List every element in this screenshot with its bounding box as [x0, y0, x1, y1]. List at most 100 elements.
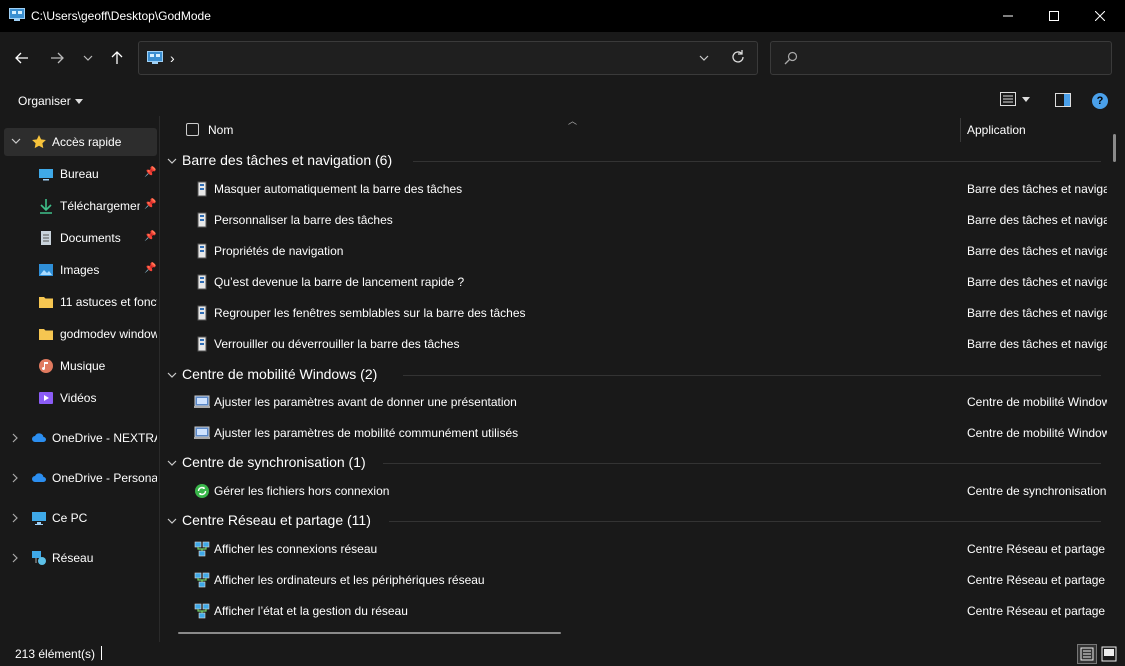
- list-item[interactable]: Afficher les ordinateurs et les périphér…: [161, 565, 1111, 596]
- forward-button[interactable]: [45, 46, 69, 70]
- group-header[interactable]: Centre de synchronisation (1): [161, 449, 1101, 477]
- list-item[interactable]: Afficher les connexions réseau Centre Ré…: [161, 534, 1111, 565]
- details-view-button[interactable]: [1077, 644, 1097, 664]
- list-item[interactable]: Ajuster les paramètres de mobilité commu…: [161, 418, 1111, 449]
- file-list: Nom ︿ Application Barre des tâches et na…: [161, 116, 1125, 642]
- chevron-right-icon: [12, 433, 18, 443]
- pin-icon: 📌: [144, 199, 157, 210]
- taskbar-settings-icon: [197, 274, 207, 290]
- list-item[interactable]: Qu’est devenue la barre de lancement rap…: [161, 267, 1111, 298]
- preview-pane-button[interactable]: [1055, 93, 1071, 110]
- sidebar-item-onedrive-nextradio[interactable]: OneDrive - NEXTRADIO: [4, 424, 157, 452]
- up-button[interactable]: [105, 46, 129, 70]
- sidebar-item-folder-astuces[interactable]: 11 astuces et fonctionnalités: [4, 288, 157, 316]
- close-icon: [1095, 11, 1105, 21]
- mobility-center-icon: [194, 426, 210, 439]
- list-item[interactable]: Regrouper les fenêtres semblables sur la…: [161, 298, 1111, 329]
- group-header[interactable]: Centre de mobilité Windows (2): [161, 361, 1101, 389]
- pc-icon: [32, 512, 46, 525]
- sidebar-item-telechargements[interactable]: Téléchargements 📌: [4, 192, 157, 220]
- breadcrumb-separator[interactable]: ›: [170, 50, 175, 66]
- sidebar-item-bureau[interactable]: Bureau 📌: [4, 160, 157, 188]
- recent-locations-button[interactable]: [76, 46, 100, 70]
- column-header-application[interactable]: Application: [967, 123, 1026, 137]
- network-sharing-icon: [194, 603, 210, 619]
- minimize-button[interactable]: [985, 0, 1031, 32]
- sync-icon: [195, 484, 209, 498]
- sidebar-item-label: OneDrive - NEXTRADIO: [52, 431, 157, 445]
- chevron-right-icon: [12, 473, 18, 483]
- item-name: Verrouiller ou déverrouiller la barre de…: [214, 337, 460, 351]
- sidebar-item-label: Téléchargements: [60, 199, 140, 213]
- group-header[interactable]: Barre des tâches et navigation (6): [161, 147, 1101, 175]
- group-title: Barre des tâches et navigation (6): [182, 152, 393, 168]
- star-icon: [32, 135, 46, 149]
- taskbar-settings-icon: [197, 336, 207, 352]
- sidebar-item-folder-godmode[interactable]: godmodev windows: [4, 320, 157, 348]
- column-header-row: Nom ︿ Application: [161, 116, 1125, 144]
- network-icon: [32, 551, 46, 565]
- sidebar-item-label: Images: [60, 263, 100, 277]
- sidebar-item-documents[interactable]: Documents 📌: [4, 224, 157, 252]
- organiser-menu-button[interactable]: Organiser: [18, 94, 83, 108]
- list-item[interactable]: Masquer automatiquement la barre des tâc…: [161, 174, 1111, 205]
- music-icon: [39, 359, 53, 373]
- search-icon: [784, 51, 798, 65]
- item-application: Barre des tâches et navigat: [967, 182, 1107, 196]
- folder-icon: [39, 329, 53, 340]
- refresh-button[interactable]: [731, 49, 745, 68]
- sidebar-item-onedrive-personal[interactable]: OneDrive - Personal: [4, 464, 157, 492]
- back-button[interactable]: [10, 46, 34, 70]
- address-row: ›: [0, 32, 1125, 84]
- select-all-checkbox[interactable]: [186, 123, 199, 136]
- address-bar[interactable]: ›: [138, 41, 758, 75]
- sidebar-item-label: Musique: [60, 359, 106, 373]
- chevron-down-icon: [167, 372, 177, 378]
- column-resize-handle[interactable]: [960, 118, 961, 142]
- close-button[interactable]: [1077, 0, 1123, 32]
- sidebar-item-musique[interactable]: Musique: [4, 352, 157, 380]
- search-input[interactable]: [809, 48, 1099, 68]
- sidebar-item-quick-access[interactable]: Accès rapide: [4, 128, 157, 156]
- details-view-icon: [1080, 647, 1094, 661]
- chevron-right-icon: [12, 513, 18, 523]
- sidebar-item-videos[interactable]: Vidéos: [4, 384, 157, 412]
- group-title: Centre Réseau et partage (11): [182, 512, 371, 528]
- address-dropdown-button[interactable]: [699, 50, 709, 69]
- maximize-button[interactable]: [1031, 0, 1077, 32]
- status-divider: [101, 646, 102, 660]
- sidebar-item-images[interactable]: Images 📌: [4, 256, 157, 284]
- sidebar-item-label: Ce PC: [52, 511, 88, 525]
- large-icons-view-button[interactable]: [1101, 646, 1117, 662]
- group-header[interactable]: Centre Réseau et partage (11): [161, 507, 1101, 535]
- list-item[interactable]: Gérer les fichiers hors connexion Centre…: [161, 476, 1111, 507]
- chevron-down-icon: [167, 460, 177, 466]
- vertical-scrollbar-thumb[interactable]: [1113, 134, 1116, 162]
- item-application: Barre des tâches et navigat: [967, 213, 1107, 227]
- help-icon[interactable]: ?: [1092, 93, 1108, 109]
- change-view-button[interactable]: [1000, 92, 1030, 106]
- sidebar-item-label: 11 astuces et fonctionnalités: [60, 295, 157, 309]
- title-bar: C:\Users\geoff\Desktop\GodMode: [0, 0, 1125, 32]
- navigation-pane: Accès rapide Bureau 📌 Téléchargements 📌 …: [0, 116, 160, 642]
- sidebar-item-label: Bureau: [60, 167, 99, 181]
- item-application: Barre des tâches et navigat: [967, 337, 1107, 351]
- group-title: Centre de synchronisation (1): [182, 454, 366, 470]
- sidebar-item-label: OneDrive - Personal: [52, 471, 157, 485]
- sidebar-item-ce-pc[interactable]: Ce PC: [4, 504, 157, 532]
- column-header-name[interactable]: Nom: [208, 123, 233, 137]
- sidebar-item-reseau[interactable]: Réseau: [4, 544, 157, 572]
- item-name: Regrouper les fenêtres semblables sur la…: [214, 306, 526, 320]
- item-application: Barre des tâches et navigat: [967, 244, 1107, 258]
- group-title: Centre de mobilité Windows (2): [182, 366, 378, 382]
- list-item[interactable]: Afficher l’état et la gestion du réseau …: [161, 596, 1111, 627]
- horizontal-scrollbar-thumb[interactable]: [178, 632, 561, 634]
- list-item[interactable]: Verrouiller ou déverrouiller la barre de…: [161, 329, 1111, 360]
- list-item[interactable]: Propriétés de navigation Barre des tâche…: [161, 236, 1111, 267]
- pin-icon: 📌: [144, 231, 157, 242]
- control-panel-icon: [9, 8, 25, 21]
- search-box[interactable]: [770, 41, 1112, 75]
- list-item[interactable]: Personnaliser la barre des tâches Barre …: [161, 205, 1111, 236]
- network-sharing-icon: [194, 541, 210, 557]
- list-item[interactable]: Ajuster les paramètres avant de donner u…: [161, 387, 1111, 418]
